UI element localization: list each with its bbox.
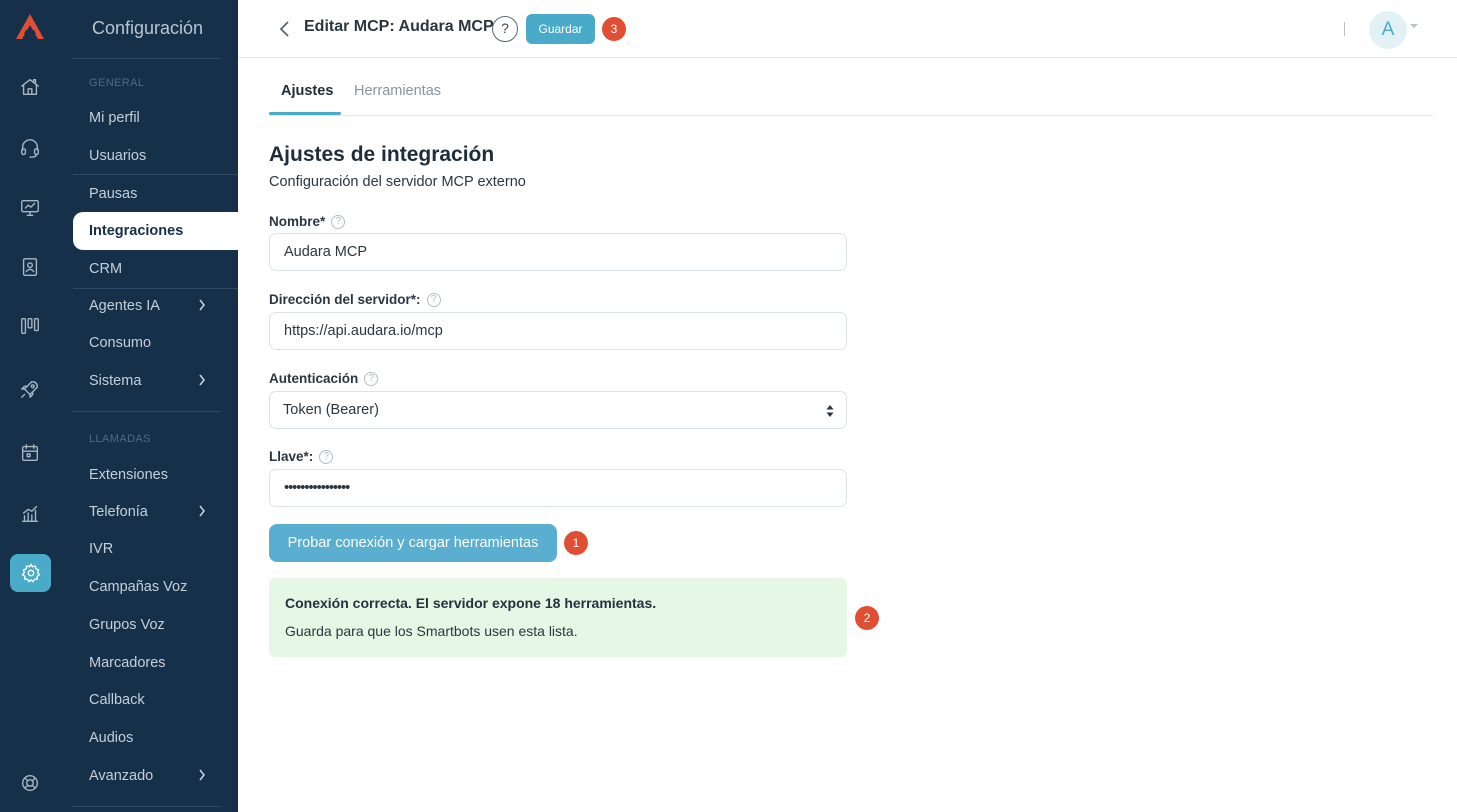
help-circle-icon[interactable]: ? [319, 449, 334, 464]
section-heading: Ajustes de integración [269, 143, 495, 166]
name-input[interactable] [269, 233, 847, 271]
sidebar-item-crm[interactable]: CRM [73, 250, 238, 288]
sidebar-item-voice-groups[interactable]: Grupos Voz [73, 606, 238, 644]
help-circle-icon[interactable]: ? [331, 214, 346, 229]
calendar-icon[interactable] [13, 436, 47, 470]
sidebar-title: Configuración [92, 18, 204, 38]
chevron-right-icon [198, 374, 206, 386]
sidebar-item-audios[interactable]: Audios [73, 719, 238, 757]
kanban-icon[interactable] [13, 309, 47, 343]
success-title: Conexión correcta. El servidor expone 18… [285, 595, 657, 611]
help-circle-icon[interactable]: ? [364, 371, 379, 386]
rocket-icon[interactable] [13, 372, 47, 406]
key-input[interactable] [269, 469, 847, 507]
step-badge-2: 2 [855, 606, 879, 630]
logo-icon[interactable] [14, 12, 46, 42]
step-badge-1: 1 [564, 531, 588, 555]
sidebar-item-telephony[interactable]: Telefonía [73, 493, 238, 531]
sidebar-item-integrations[interactable]: Integraciones [73, 212, 238, 250]
sidebar-item-advanced[interactable]: Avanzado [73, 757, 238, 795]
page-header: Editar MCP: Audara MCP ? Guardar 3 A [238, 0, 1457, 58]
sidebar-item-consumption[interactable]: Consumo [73, 324, 238, 362]
section-calls: LLAMADAS [89, 433, 151, 445]
sidebar-divider [72, 58, 221, 59]
sidebar-divider [72, 411, 221, 412]
icon-rail [0, 0, 58, 812]
tab-settings[interactable]: Ajustes [281, 83, 333, 99]
back-arrow-icon[interactable] [278, 19, 292, 39]
sidebar-item-pauses[interactable]: Pausas [73, 175, 238, 213]
headset-icon[interactable] [13, 131, 47, 165]
select-arrows-icon [826, 404, 834, 418]
sidebar-item-extensions[interactable]: Extensiones [73, 456, 238, 494]
success-alert: Conexión correcta. El servidor expone 18… [269, 578, 847, 657]
home-icon[interactable] [13, 70, 47, 104]
tab-bar: Ajustes Herramientas [269, 70, 1433, 116]
section-general: GENERAL [89, 77, 145, 89]
step-badge-3: 3 [602, 17, 626, 41]
name-label: Nombre* ? [269, 214, 346, 229]
chevron-right-icon [198, 299, 206, 311]
test-connection-button[interactable]: Probar conexión y cargar herramientas [269, 524, 557, 562]
sidebar-item-voice-campaigns[interactable]: Campañas Voz [73, 568, 238, 606]
lifebuoy-icon[interactable] [13, 766, 47, 800]
sidebar-item-callback[interactable]: Callback [73, 681, 238, 719]
key-label: Llave*: ? [269, 449, 334, 464]
settings-sidebar: Configuración GENERAL Mi perfil Usuarios… [58, 0, 238, 812]
sidebar-divider [72, 806, 221, 807]
auth-label: Autenticación ? [269, 371, 379, 386]
tab-tools[interactable]: Herramientas [354, 83, 441, 99]
monitor-icon[interactable] [13, 191, 47, 225]
save-button[interactable]: Guardar [526, 14, 595, 44]
sidebar-item-ivr[interactable]: IVR [73, 530, 238, 568]
section-subheading: Configuración del servidor MCP externo [269, 174, 526, 190]
chevron-right-icon [198, 505, 206, 517]
analytics-icon[interactable] [13, 497, 47, 531]
server-url-input[interactable] [269, 312, 847, 350]
sidebar-item-system[interactable]: Sistema [73, 362, 238, 400]
sidebar-item-ai-agents[interactable]: Agentes IA [73, 287, 238, 325]
active-tab-indicator [269, 112, 341, 115]
sidebar-item-dialers[interactable]: Marcadores [73, 644, 238, 682]
sidebar-item-profile[interactable]: Mi perfil [73, 99, 238, 137]
page-title: Editar MCP: Audara MCP [304, 18, 494, 35]
sidebar-item-users[interactable]: Usuarios [73, 137, 238, 175]
server-label: Dirección del servidor*: ? [269, 292, 441, 307]
help-icon[interactable]: ? [492, 16, 518, 42]
success-message: Guarda para que los Smartbots usen esta … [285, 623, 578, 639]
header-divider [1344, 22, 1345, 36]
chevron-right-icon [198, 769, 206, 781]
caret-down-icon[interactable] [1410, 24, 1418, 28]
help-circle-icon[interactable]: ? [426, 292, 441, 307]
auth-select[interactable]: Token (Bearer) [269, 391, 847, 429]
gear-icon[interactable] [10, 554, 51, 592]
contacts-icon[interactable] [13, 250, 47, 284]
avatar[interactable]: A [1369, 11, 1407, 49]
